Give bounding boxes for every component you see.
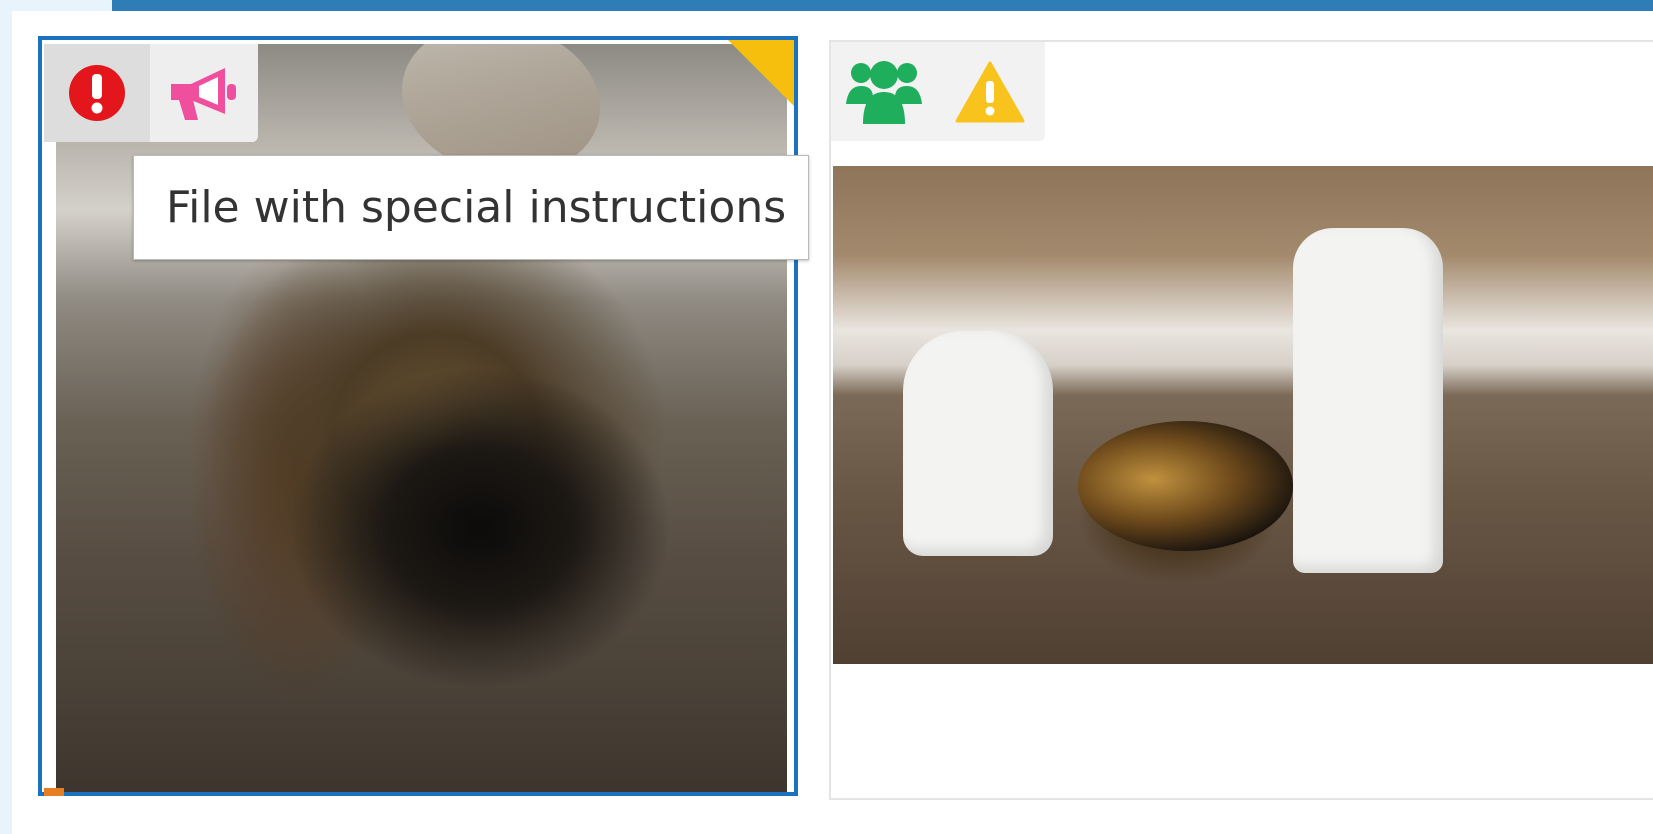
warning-indicator[interactable] (937, 43, 1043, 141)
shared-indicator[interactable] (831, 43, 937, 141)
announcement-indicator[interactable] (150, 44, 256, 142)
figurine-crouching (903, 331, 1053, 556)
corner-flag (728, 40, 794, 106)
users-icon (846, 60, 922, 124)
card1-bottom-accent (44, 788, 64, 796)
exclamation-circle-icon (69, 65, 125, 121)
figurine-photographer (1293, 228, 1443, 573)
top-bar (112, 0, 1653, 11)
file-card-selected[interactable] (38, 36, 798, 796)
special-instructions-indicator[interactable] (44, 44, 150, 142)
card1-status-icons (44, 44, 258, 142)
bee-shape (1078, 421, 1293, 551)
warning-triangle-icon (955, 61, 1025, 122)
megaphone-icon (171, 68, 236, 120)
card2-status-icons (831, 42, 1045, 141)
investigators-bee-photo (833, 166, 1653, 664)
tooltip-special-instructions: File with special instructions (133, 155, 809, 260)
